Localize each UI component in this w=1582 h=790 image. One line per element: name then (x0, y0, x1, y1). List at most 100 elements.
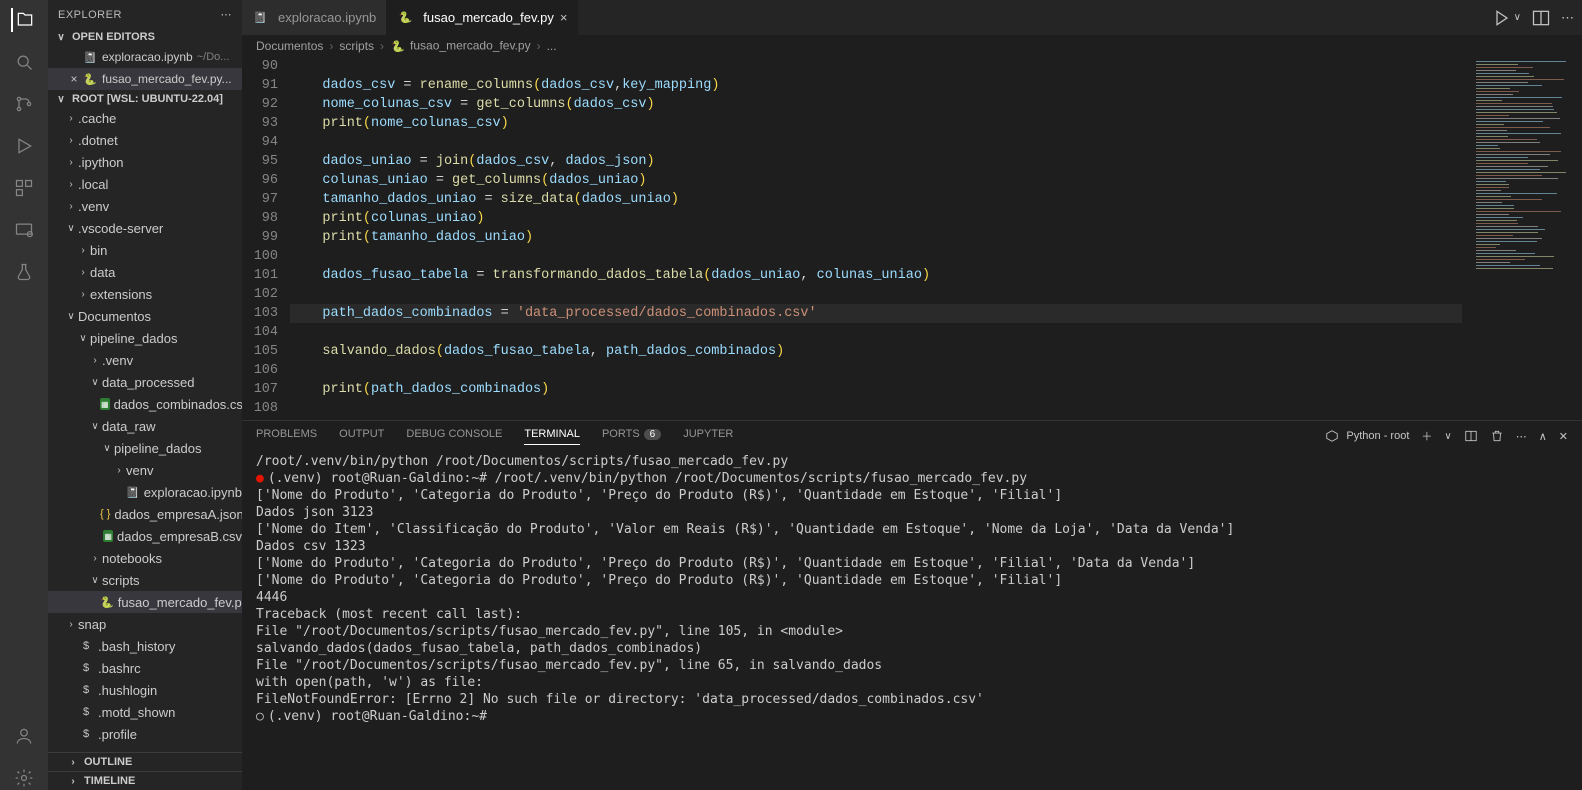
twisty-icon[interactable]: › (64, 179, 78, 190)
code-line[interactable]: dados_fusao_tabela = transformando_dados… (290, 266, 1462, 285)
code-line[interactable]: dados_uniao = join(dados_csv, dados_json… (290, 152, 1462, 171)
tab-ports[interactable]: PORTS6 (602, 428, 661, 444)
settings-icon[interactable] (12, 766, 36, 790)
twisty-icon[interactable]: › (64, 619, 78, 630)
tree-item[interactable]: $.hushlogin (48, 679, 242, 701)
code-line[interactable]: print(tamanho_dados_uniao) (290, 228, 1462, 247)
timeline-header[interactable]: ›TIMELINE (48, 771, 242, 790)
tree-item[interactable]: ›notebooks (48, 547, 242, 569)
twisty-icon[interactable]: ∨ (64, 223, 78, 234)
terminal-dropdown-icon[interactable]: ∨ (1444, 431, 1451, 442)
search-icon[interactable] (12, 50, 36, 74)
code-line[interactable] (290, 133, 1462, 152)
code-line[interactable]: path_dados_combinados = 'data_processed/… (290, 304, 1462, 323)
run-debug-icon[interactable] (12, 134, 36, 158)
tree-item[interactable]: ›.dotnet (48, 129, 242, 151)
code-line[interactable]: colunas_uniao = get_columns(dados_uniao) (290, 171, 1462, 190)
tab-terminal[interactable]: TERMINAL (524, 428, 580, 445)
code-line[interactable]: nome_colunas_csv = get_columns(dados_csv… (290, 95, 1462, 114)
editor-tab[interactable]: 📓exploracao.ipynb (242, 0, 387, 35)
editor-tab[interactable]: 🐍fusao_mercado_fev.py× (387, 0, 578, 35)
new-terminal-icon[interactable]: ＋ (1421, 428, 1432, 444)
breadcrumb-item[interactable]: ... (547, 39, 557, 53)
maximize-panel-icon[interactable]: ∧ (1539, 430, 1547, 443)
twisty-icon[interactable]: › (88, 355, 102, 366)
open-editor-item[interactable]: 📓exploracao.ipynb~/Do... (48, 46, 242, 68)
root-folder-header[interactable]: ∨ROOT [WSL: UBUNTU-22.04] (48, 91, 242, 107)
tree-item[interactable]: $.profile (48, 723, 242, 745)
tree-item[interactable]: $.bashrc (48, 657, 242, 679)
code-line[interactable] (290, 285, 1462, 304)
tree-item[interactable]: ∨pipeline_dados (48, 437, 242, 459)
twisty-icon[interactable]: ∨ (64, 311, 78, 322)
twisty-icon[interactable]: › (64, 201, 78, 212)
breadcrumb-item[interactable]: 🐍fusao_mercado_fev.py (390, 38, 531, 54)
open-editors-header[interactable]: ∨OPEN EDITORS (48, 29, 242, 45)
code-line[interactable]: dados_csv = rename_columns(dados_csv,key… (290, 76, 1462, 95)
tree-item[interactable]: ∨pipeline_dados (48, 327, 242, 349)
twisty-icon[interactable]: › (64, 157, 78, 168)
twisty-icon[interactable]: › (76, 245, 90, 256)
source-control-icon[interactable] (12, 92, 36, 116)
code-line[interactable]: print(nome_colunas_csv) (290, 114, 1462, 133)
open-editor-item[interactable]: ×🐍fusao_mercado_fev.py... (48, 68, 242, 90)
tree-item[interactable]: ∨.vscode-server (48, 217, 242, 239)
terminal-output[interactable]: /root/.venv/bin/python /root/Documentos/… (242, 451, 1582, 790)
tree-item[interactable]: ›venv (48, 459, 242, 481)
tree-item[interactable]: ›.local (48, 173, 242, 195)
code-line[interactable]: print(colunas_uniao) (290, 209, 1462, 228)
split-terminal-icon[interactable] (1464, 429, 1478, 443)
twisty-icon[interactable]: ∨ (76, 333, 90, 344)
twisty-icon[interactable]: ∨ (100, 443, 114, 454)
tree-item[interactable]: ›.ipython (48, 151, 242, 173)
tab-problems[interactable]: PROBLEMS (256, 428, 317, 444)
account-icon[interactable] (12, 724, 36, 748)
panel-more-icon[interactable]: ⋯ (1516, 430, 1527, 443)
code-line[interactable] (290, 361, 1462, 380)
tree-item[interactable]: 📓exploracao.ipynb (48, 481, 242, 503)
kill-terminal-icon[interactable] (1490, 429, 1504, 443)
code-line[interactable]: tamanho_dados_uniao = size_data(dados_un… (290, 190, 1462, 209)
tree-item[interactable]: ›snap (48, 613, 242, 635)
code-line[interactable] (290, 399, 1462, 418)
tab-debug-console[interactable]: DEBUG CONSOLE (406, 428, 502, 444)
split-editor-icon[interactable] (1531, 8, 1551, 28)
twisty-icon[interactable]: › (112, 465, 126, 476)
code-line[interactable] (290, 57, 1462, 76)
code-line[interactable]: salvando_dados(dados_fusao_tabela, path_… (290, 342, 1462, 361)
twisty-icon[interactable]: › (76, 267, 90, 278)
tab-output[interactable]: OUTPUT (339, 428, 384, 444)
breadcrumb[interactable]: Documentos›scripts›🐍fusao_mercado_fev.py… (242, 35, 1582, 57)
close-panel-icon[interactable]: ✕ (1559, 430, 1568, 443)
editor-more-icon[interactable]: ⋯ (1561, 10, 1574, 26)
twisty-icon[interactable]: ∨ (88, 421, 102, 432)
remote-icon[interactable] (12, 218, 36, 242)
tree-item[interactable]: $.bash_history (48, 635, 242, 657)
tree-item[interactable]: ∨Documentos (48, 305, 242, 327)
tree-item[interactable]: ∨data_processed (48, 371, 242, 393)
terminal-profile-label[interactable]: Python - root (1325, 429, 1409, 443)
tree-item[interactable]: ▦dados_combinados.csv (48, 393, 242, 415)
close-icon[interactable]: × (66, 72, 82, 86)
code-area[interactable]: dados_csv = rename_columns(dados_csv,key… (290, 57, 1472, 420)
extensions-icon[interactable] (12, 176, 36, 200)
tab-jupyter[interactable]: JUPYTER (683, 428, 733, 444)
tree-item[interactable]: ›bin (48, 239, 242, 261)
twisty-icon[interactable]: › (64, 113, 78, 124)
tree-item[interactable]: ∨scripts (48, 569, 242, 591)
breadcrumb-item[interactable]: Documentos (256, 39, 323, 53)
code-editor[interactable]: 9091929394959697989910010110210310410510… (242, 57, 1582, 420)
testing-icon[interactable] (12, 260, 36, 284)
code-line[interactable]: print(path_dados_combinados) (290, 380, 1462, 399)
explorer-icon[interactable] (11, 8, 35, 32)
run-file-icon[interactable]: ∨ (1492, 8, 1521, 28)
explorer-more-icon[interactable]: ⋯ (221, 8, 233, 21)
twisty-icon[interactable]: › (88, 553, 102, 564)
close-tab-icon[interactable]: × (560, 10, 568, 25)
twisty-icon[interactable]: ∨ (88, 377, 102, 388)
outline-header[interactable]: ›OUTLINE (48, 752, 242, 771)
tree-item[interactable]: ›extensions (48, 283, 242, 305)
code-line[interactable] (290, 323, 1462, 342)
tree-item[interactable]: ›.cache (48, 107, 242, 129)
minimap[interactable] (1472, 57, 1582, 420)
